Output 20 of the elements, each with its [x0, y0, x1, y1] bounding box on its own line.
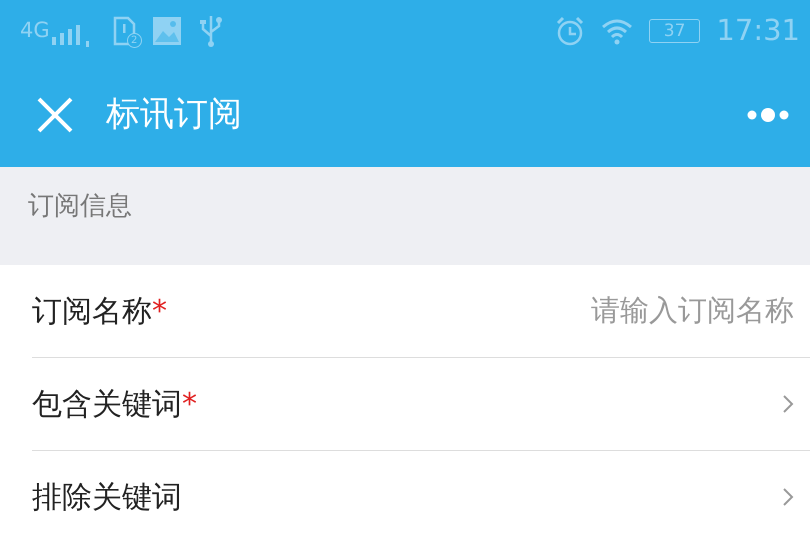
- chevron-right-icon: [782, 394, 794, 414]
- section-title: 订阅信息: [28, 191, 132, 221]
- sim-card-icon: [112, 16, 136, 46]
- name-input[interactable]: 请输入订阅名称: [494, 289, 794, 333]
- alarm-icon: [554, 16, 585, 46]
- battery-indicator: 37: [648, 19, 700, 43]
- close-button[interactable]: [36, 96, 74, 134]
- usb-icon: [198, 14, 224, 48]
- keyword-row[interactable]: 包含关键词*: [32, 358, 810, 451]
- field-label: 订阅名称*: [32, 292, 167, 330]
- keyword-row[interactable]: 排除关键词: [32, 451, 810, 540]
- sim-number-badge: 2: [126, 33, 142, 48]
- image-icon: [152, 16, 182, 46]
- field-label: 包含关键词*: [32, 386, 197, 424]
- network-label: 4G: [20, 17, 50, 44]
- clock-time: 17:31: [716, 12, 800, 50]
- wifi-icon: [600, 17, 633, 45]
- chevron-right-icon: [782, 487, 794, 507]
- page-title: 标讯订阅: [105, 93, 242, 136]
- field-label: 排除关键词: [32, 478, 182, 516]
